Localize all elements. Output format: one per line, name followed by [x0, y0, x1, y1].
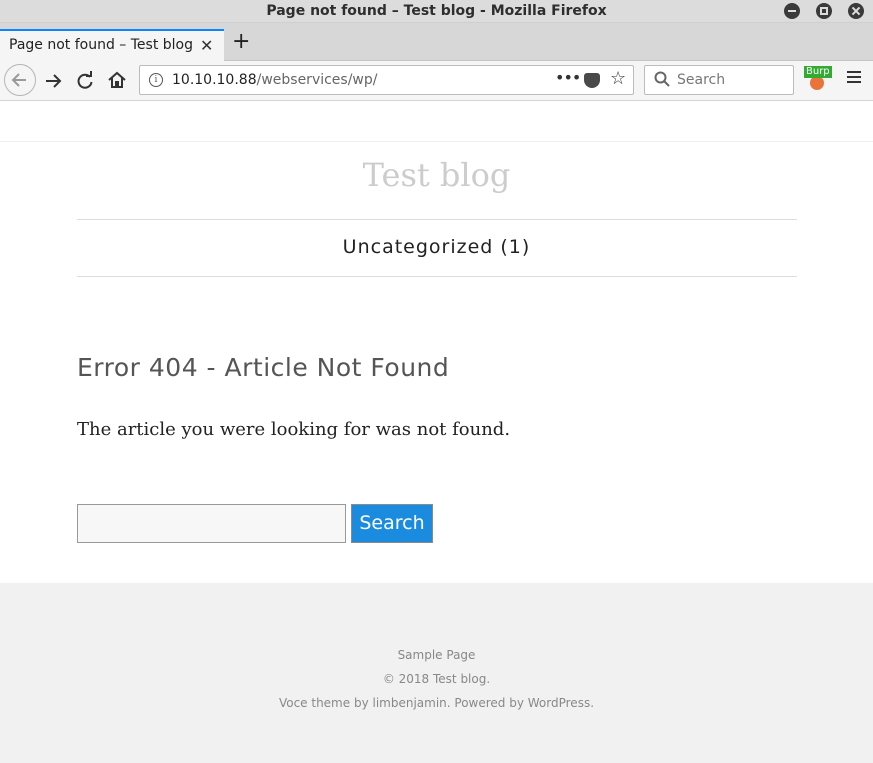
divider [0, 141, 873, 142]
error-message: The article you were looking for was not… [77, 419, 511, 440]
tab-page-not-found[interactable]: Page not found – Test blog ✕ [0, 29, 224, 61]
home-button[interactable] [107, 70, 127, 90]
credits-suffix: . [590, 696, 595, 710]
arrow-left-icon [11, 73, 26, 87]
reload-button[interactable] [75, 71, 95, 91]
theme-author-link[interactable]: limbenjamin [372, 696, 446, 710]
sample-page-link[interactable]: Sample Page [0, 648, 873, 662]
blog-title[interactable]: Test blog [0, 156, 873, 194]
wordpress-link[interactable]: WordPress [528, 696, 590, 710]
credits-middle: . Powered by [446, 696, 528, 710]
forward-button[interactable] [43, 71, 63, 91]
tab-close-icon[interactable]: ✕ [200, 36, 213, 55]
new-tab-button[interactable]: + [232, 31, 250, 53]
burp-icon [810, 76, 824, 90]
window-title: Page not found – Test blog - Mozilla Fir… [266, 3, 607, 19]
url-path: /webservices/wp/ [256, 72, 378, 88]
burp-badge: Burp [804, 66, 832, 78]
back-button[interactable] [4, 64, 36, 96]
browser-search-bar[interactable]: Search [644, 65, 794, 95]
minimize-icon[interactable] [784, 3, 800, 19]
footer: Sample Page © 2018 Test blog. Voce theme… [0, 583, 873, 763]
window-titlebar: Page not found – Test blog - Mozilla Fir… [0, 0, 873, 23]
page-actions-icon[interactable]: ••• [555, 68, 581, 87]
maximize-icon[interactable] [816, 3, 832, 19]
divider [77, 219, 797, 220]
copyright-text: © 2018 Test blog. [382, 672, 491, 686]
burp-extension-button[interactable]: Burp [804, 66, 832, 90]
divider [77, 276, 797, 277]
url-text[interactable]: 10.10.10.88/webservices/wp/ [172, 72, 378, 88]
credits-prefix: Voce theme by [278, 696, 373, 710]
error-heading: Error 404 - Article Not Found [77, 353, 450, 382]
hamburger-menu-icon[interactable] [847, 71, 861, 85]
search-button[interactable]: Search [351, 504, 433, 543]
url-host: 10.10.10.88 [172, 72, 257, 88]
pocket-icon[interactable] [584, 73, 600, 88]
bookmark-star-icon[interactable]: ☆ [610, 68, 626, 89]
search-icon [654, 71, 670, 87]
tab-strip: Page not found – Test blog ✕ + [0, 23, 873, 61]
tab-title: Page not found – Test blog [9, 37, 193, 53]
credits-text: Voce theme by limbenjamin. Powered by Wo… [0, 696, 873, 710]
navigation-toolbar: i 10.10.10.88/webservices/wp/ ••• ☆ Sear… [0, 61, 873, 101]
url-bar[interactable]: i 10.10.10.88/webservices/wp/ ••• ☆ [139, 65, 634, 95]
page-content: Test blog Uncategorized (1) Error 404 - … [0, 102, 873, 763]
search-input[interactable] [77, 504, 346, 543]
category-link[interactable]: Uncategorized (1) [0, 236, 873, 258]
search-placeholder: Search [677, 72, 726, 88]
window-close-icon[interactable] [848, 3, 864, 19]
site-info-icon[interactable]: i [149, 73, 163, 87]
